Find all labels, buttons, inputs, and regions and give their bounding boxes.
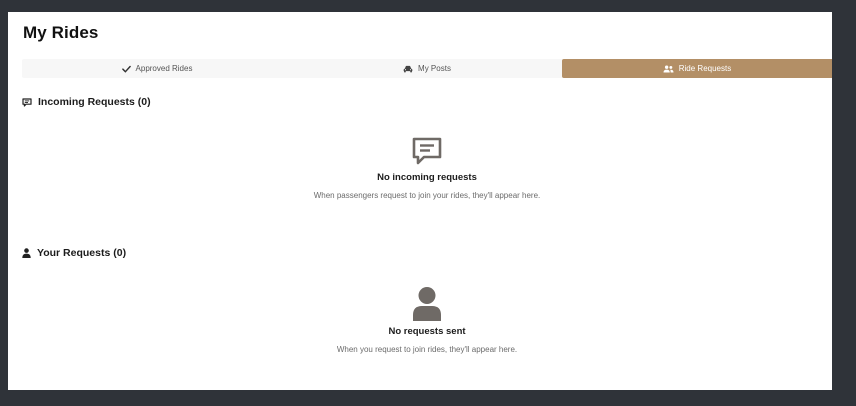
tab-approved-rides[interactable]: Approved Rides (22, 59, 292, 78)
page-title: My Rides (23, 23, 99, 42)
your-requests-empty-state: No requests sent When you request to joi… (22, 286, 832, 354)
section-title: Incoming Requests (0) (38, 96, 151, 108)
check-icon (121, 65, 131, 72)
tab-ride-requests[interactable]: Ride Requests (562, 59, 832, 78)
message-icon (412, 137, 442, 165)
incoming-requests-heading: Incoming Requests (0) (22, 96, 151, 108)
empty-description: When you request to join rides, they'll … (336, 345, 518, 354)
tab-bar: Approved Rides My Posts Ride Requests (22, 59, 832, 78)
incoming-empty-state: No incoming requests When passengers req… (22, 136, 832, 200)
user-icon (22, 248, 31, 258)
tab-my-posts[interactable]: My Posts (292, 59, 562, 78)
empty-title: No requests sent (388, 326, 466, 337)
empty-description: When passengers request to join your rid… (313, 191, 541, 200)
tab-label: My Posts (418, 64, 451, 73)
message-icon (22, 97, 32, 107)
tab-label: Approved Rides (135, 64, 193, 73)
tab-label: Ride Requests (678, 64, 732, 73)
your-requests-heading: Your Requests (0) (22, 247, 126, 259)
main-panel: My Rides Approved Rides My Posts Ride Re… (8, 12, 832, 390)
users-icon (663, 65, 674, 72)
user-icon (413, 287, 441, 321)
car-icon (403, 65, 413, 72)
section-title: Your Requests (0) (37, 247, 127, 259)
empty-title: No incoming requests (377, 172, 477, 183)
